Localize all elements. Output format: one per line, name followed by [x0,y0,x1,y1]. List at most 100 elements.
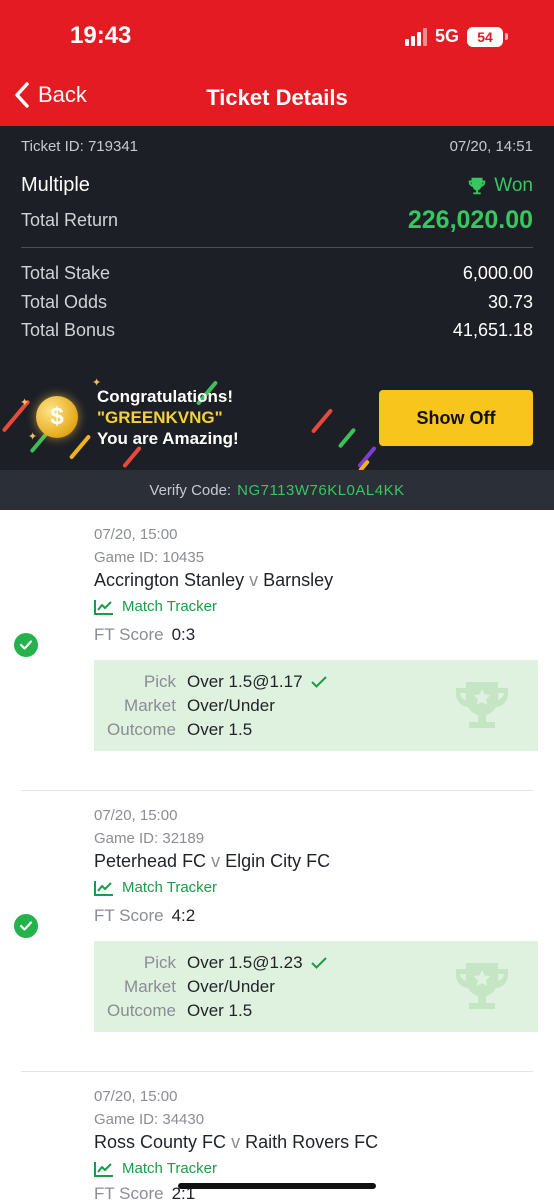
status-badge: Won [466,175,533,197]
decor-streak [122,445,142,469]
pick-details: Pick Over 1.5@1.17 Market Over/Under Out… [94,660,538,751]
pick-details: Pick Over 1.5@1.23 Market Over/Under Out… [94,941,538,1032]
pick-row: Pick Over 1.5@1.17 [94,672,327,692]
match-tracker-label: Match Tracker [122,879,218,896]
market-value: Over/Under [187,977,275,996]
checkmark-icon [310,957,327,969]
status-indicators: 5G 54 [404,26,508,47]
versus: v [231,1132,241,1152]
pick-row: Pick Over 1.5@1.23 [94,953,327,973]
ticket-meta: Ticket ID: 719341 07/20, 14:51 [21,138,533,155]
away-team: Raith Rovers FC [245,1132,379,1152]
total-return-label: Total Return [21,210,119,230]
chart-line-icon [94,1161,113,1177]
decor-streak [68,434,92,460]
total-odds-label: Total Odds [21,292,108,312]
total-return-value: 226,020.00 [407,206,533,234]
market-label: Market [124,696,176,715]
pick-label: Pick [143,953,176,972]
congrats-banner: ✦ ✦ ✦ $ Congratulations! "GREENKVNG" You… [0,366,554,470]
total-bonus-value: 41,651.18 [452,320,533,340]
home-team: Peterhead FC [94,851,207,871]
ft-score: FT Score 0:3 [94,625,195,645]
total-bonus-row: Total Bonus 41,651.18 [21,320,533,341]
outcome-row: Outcome Over 1.5 [94,720,252,740]
app-header: 19:43 5G 54 Back Ticket Details [0,0,554,126]
trophy-icon [469,177,486,194]
ticket-type: Multiple [21,174,90,196]
market-value: Over/Under [187,696,275,715]
battery-icon: 54 [467,26,508,47]
star-icon: ✦ [28,431,38,443]
battery-level: 54 [467,26,503,47]
match-teams: Peterhead FC v Elgin City FC [94,851,330,872]
match-teams: Accrington Stanley v Barnsley [94,570,333,591]
chart-line-icon [94,880,113,896]
game-id: Game ID: 32189 [94,830,205,847]
outcome-value: Over 1.5 [187,1001,253,1020]
checkmark-icon [310,676,327,688]
ticket-date: 07/20, 14:51 [449,138,533,155]
home-indicator[interactable] [178,1183,376,1189]
status-label: Won [494,174,533,196]
market-row: Market Over/Under [94,696,275,716]
market-label: Market [124,977,176,996]
verify-code-bar: Verify Code: NG7113W76KL0AL4KK [0,470,554,510]
match-tracker-link[interactable]: Match Tracker [94,879,217,896]
won-check-icon [14,914,38,938]
page-title: Ticket Details [206,85,348,110]
selection-card: 07/20, 15:00 Game ID: 10435 Accrington S… [0,510,554,791]
outcome-label: Outcome [107,1001,176,1020]
ft-score-label: FT Score [94,625,164,644]
chart-line-icon [94,599,113,615]
trophy-watermark-icon [455,682,509,728]
game-id: Game ID: 10435 [94,549,205,566]
match-tracker-label: Match Tracker [122,1160,218,1177]
game-id: Game ID: 34430 [94,1111,205,1128]
signal-icon [404,27,427,46]
match-teams: Ross County FC v Raith Rovers FC [94,1132,378,1153]
match-date: 07/20, 15:00 [94,807,178,824]
coin-icon: $ [36,396,78,438]
divider [21,247,533,248]
congrats-text: Congratulations! "GREENKVNG" You are Ama… [97,386,239,449]
decor-streak [310,408,334,434]
market-row: Market Over/Under [94,977,275,997]
versus: v [211,851,221,871]
match-tracker-link[interactable]: Match Tracker [94,1160,217,1177]
outcome-label: Outcome [107,720,176,739]
pick-value: Over 1.5@1.23 [187,953,303,972]
total-stake-row: Total Stake 6,000.00 [21,263,533,284]
congrats-username: "GREENKVNG" [97,408,223,427]
show-off-button[interactable]: Show Off [379,390,533,446]
match-tracker-label: Match Tracker [122,598,218,615]
congrats-line1: Congratulations! [97,387,233,406]
selection-card: 07/20, 15:00 Game ID: 32189 Peterhead FC… [0,791,554,1072]
verify-code: NG7113W76KL0AL4KK [237,481,405,499]
outcome-row: Outcome Over 1.5 [94,1001,252,1021]
ticket-summary: Ticket ID: 719341 07/20, 14:51 Multiple … [0,126,554,510]
congrats-line3: You are Amazing! [97,429,239,448]
network-type: 5G [434,26,459,46]
decor-streak [337,427,357,449]
total-odds-value: 30.73 [487,292,533,312]
ft-score-value: 0:3 [171,625,196,644]
ft-score-value: 4:2 [171,906,196,925]
star-icon: ✦ [20,397,30,409]
outcome-value: Over 1.5 [187,720,253,739]
total-odds-row: Total Odds 30.73 [21,292,533,313]
trophy-watermark-icon [455,963,509,1009]
home-team: Ross County FC [94,1132,227,1152]
ticket-type-row: Multiple Won [21,174,533,197]
total-return-row: Total Return 226,020.00 [21,206,533,235]
match-date: 07/20, 15:00 [94,526,178,543]
status-time: 19:43 [70,22,132,49]
versus: v [249,570,259,590]
match-tracker-link[interactable]: Match Tracker [94,598,217,615]
ft-score-label: FT Score [94,1184,164,1200]
total-stake-label: Total Stake [21,263,111,283]
match-date: 07/20, 15:00 [94,1088,178,1105]
ft-score: FT Score 4:2 [94,906,195,926]
pick-value: Over 1.5@1.17 [187,672,303,691]
won-check-icon [14,633,38,657]
